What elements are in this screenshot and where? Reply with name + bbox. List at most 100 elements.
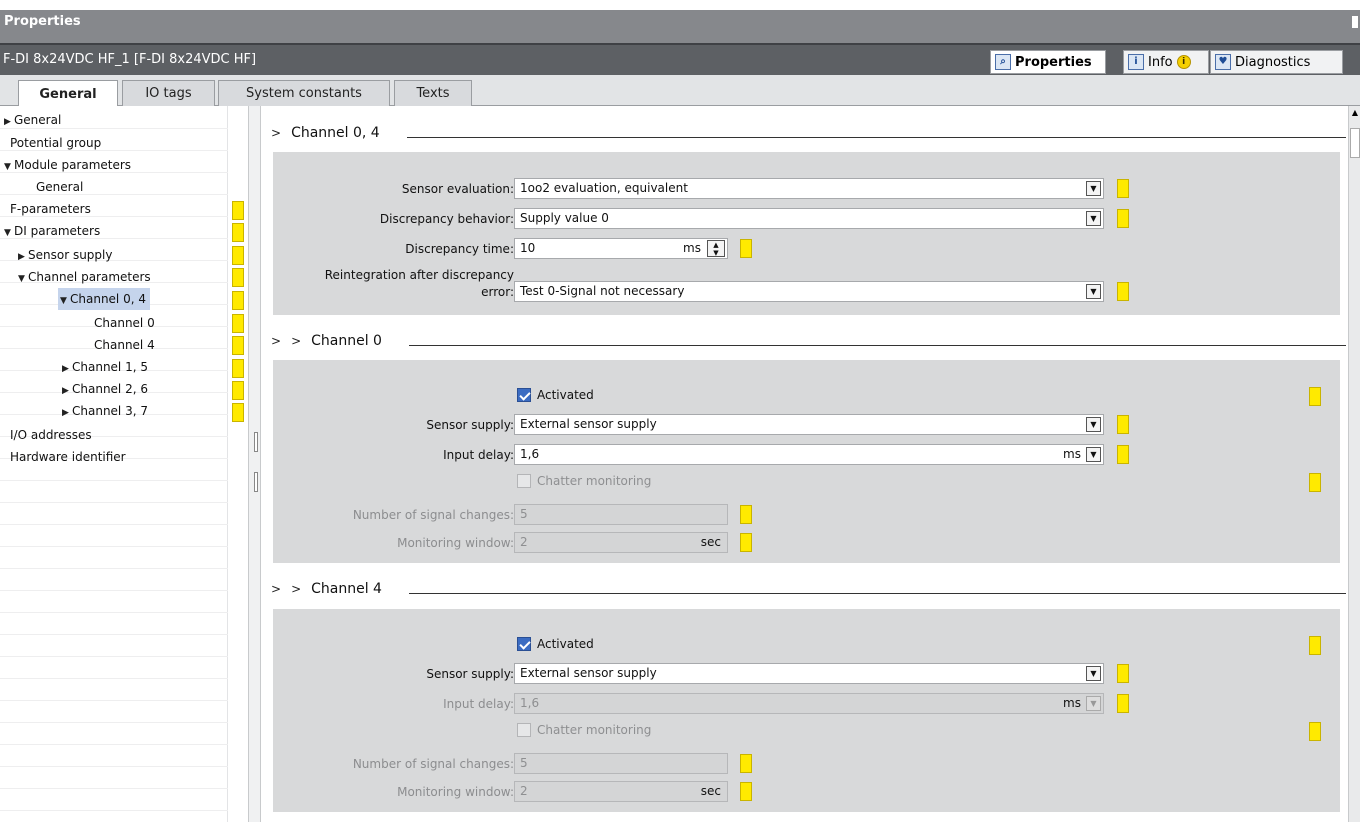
chatter-monitoring-checkbox[interactable] [517, 474, 531, 488]
tree-item-module-general[interactable]: General [36, 176, 83, 198]
label-discrepancy-behavior: Discrepancy behavior: [379, 212, 514, 226]
info-badge-icon: i [1176, 55, 1191, 69]
scroll-up-icon[interactable]: ▲ [1350, 108, 1360, 122]
chevron-right-icon: > [291, 582, 302, 596]
section-header-channel-4[interactable]: > > Channel 4 [271, 577, 1346, 601]
label-sensor-supply: Sensor supply: [426, 418, 514, 432]
unit-label: ms [1063, 696, 1081, 710]
pin-icon[interactable] [1352, 16, 1358, 28]
collapse-left-handle[interactable] [254, 432, 258, 452]
status-marker [232, 403, 244, 422]
status-marker [1117, 179, 1129, 198]
tree-item-io-addresses[interactable]: I/O addresses [10, 424, 92, 446]
tree-item-module-parameters[interactable]: ▼ Module parameters [4, 154, 131, 176]
signal-changes-input[interactable]: 5 [514, 753, 728, 774]
status-marker [1117, 664, 1129, 683]
tab-diagnostics[interactable]: ♥ Diagnostics [1210, 50, 1343, 74]
tree-item-f-parameters[interactable]: F-parameters [10, 198, 91, 220]
tree-item-channel-parameters[interactable]: ▼ Channel parameters [18, 266, 151, 288]
status-marker [1117, 694, 1129, 713]
collapse-right-handle[interactable] [254, 472, 258, 492]
chatter-monitoring-checkbox[interactable] [517, 723, 531, 737]
chevron-down-icon[interactable]: ▼ [1086, 447, 1101, 462]
activated-label: Activated [537, 637, 594, 651]
tab-texts[interactable]: Texts [394, 80, 472, 106]
chevron-down-icon[interactable]: ▼ [1086, 284, 1101, 299]
monitoring-window-input[interactable]: 2 sec [514, 781, 728, 802]
chevron-right-icon: > [271, 334, 282, 348]
signal-changes-input[interactable]: 5 [514, 504, 728, 525]
unit-label: sec [700, 784, 721, 798]
tab-info[interactable]: i Info i [1123, 50, 1209, 74]
sensor-supply-select[interactable]: External sensor supply ▼ [514, 414, 1104, 435]
chevron-right-icon: > [271, 582, 282, 596]
tree-item-general[interactable]: ▶ General [4, 109, 61, 131]
activated-label: Activated [537, 388, 594, 402]
chevron-right-icon: ▶ [62, 386, 69, 396]
tree-item-channel-1-5[interactable]: ▶ Channel 1, 5 [62, 356, 148, 378]
unit-label: sec [700, 535, 721, 549]
tree-item-sensor-supply[interactable]: ▶ Sensor supply [18, 244, 112, 266]
pane-splitter[interactable] [249, 106, 261, 822]
status-marker [1309, 473, 1321, 492]
tab-io-tags[interactable]: IO tags [122, 80, 215, 106]
input-delay-select[interactable]: 1,6 ms ▼ [514, 444, 1104, 465]
sensor-supply-select[interactable]: External sensor supply ▼ [514, 663, 1104, 684]
status-marker [232, 291, 244, 310]
status-marker [232, 381, 244, 400]
tree-item-potential-group[interactable]: Potential group [10, 132, 101, 154]
window-title: Properties [4, 14, 81, 29]
chevron-down-icon[interactable]: ▼ [1086, 417, 1101, 432]
label-monitoring-window: Monitoring window: [397, 785, 514, 799]
tree-item-di-parameters[interactable]: ▼ DI parameters [4, 220, 100, 242]
activated-checkbox[interactable] [517, 388, 531, 402]
section-header-channel-0-4[interactable]: > Channel 0, 4 [271, 121, 1346, 145]
status-marker [740, 533, 752, 552]
section-title: Channel 0 [311, 333, 382, 349]
module-header: F-DI 8x24VDC HF_1 [F-DI 8x24VDC HF] ⌕ Pr… [0, 43, 1360, 75]
discrepancy-time-input[interactable]: 10 ms ▲ ▼ [514, 238, 728, 259]
parameter-editor: > Channel 0, 4 Sensor evaluation: 1oo2 e… [261, 106, 1348, 822]
spinner-icon[interactable]: ▲ ▼ [707, 240, 725, 257]
label-input-delay: Input delay: [443, 448, 514, 462]
status-marker [740, 239, 752, 258]
scroll-thumb[interactable] [1350, 128, 1360, 158]
chevron-right-icon: ▶ [18, 252, 25, 262]
properties-icon: ⌕ [995, 54, 1011, 70]
status-marker [232, 223, 244, 242]
chevron-down-icon: ▼ [60, 296, 67, 306]
chatter-monitoring-label: Chatter monitoring [537, 474, 652, 488]
section-header-channel-0[interactable]: > > Channel 0 [271, 329, 1346, 353]
tree-item-hardware-identifier[interactable]: Hardware identifier [10, 446, 126, 468]
chevron-right-icon: ▶ [4, 117, 11, 127]
property-tabs: General IO tags System constants Texts [0, 75, 1360, 107]
chevron-down-icon[interactable]: ▼ [1086, 696, 1101, 711]
tree-item-channel-0-4[interactable]: ▼ Channel 0, 4 [58, 288, 150, 310]
tree-item-channel-3-7[interactable]: ▶ Channel 3, 7 [62, 400, 148, 422]
activated-checkbox[interactable] [517, 637, 531, 651]
reintegration-select[interactable]: Test 0-Signal not necessary ▼ [514, 281, 1104, 302]
chevron-down-icon[interactable]: ▼ [1086, 211, 1101, 226]
input-delay-select[interactable]: 1,6 ms ▼ [514, 693, 1104, 714]
label-input-delay: Input delay: [443, 697, 514, 711]
tree-item-channel-2-6[interactable]: ▶ Channel 2, 6 [62, 378, 148, 400]
discrepancy-behavior-select[interactable]: Supply value 0 ▼ [514, 208, 1104, 229]
status-marker [1309, 636, 1321, 655]
panel-channel-4: Activated Sensor supply: External sensor… [273, 609, 1340, 812]
tree-item-channel-4[interactable]: Channel 4 [94, 334, 155, 356]
tab-general[interactable]: General [18, 80, 118, 107]
chevron-down-icon[interactable]: ▼ [1086, 181, 1101, 196]
chevron-down-icon: ▼ [4, 228, 11, 238]
tree-item-channel-0[interactable]: Channel 0 [94, 312, 155, 334]
sensor-evaluation-select[interactable]: 1oo2 evaluation, equivalent ▼ [514, 178, 1104, 199]
status-marker [1309, 387, 1321, 406]
status-marker [1117, 415, 1129, 434]
tab-properties-label: Properties [1015, 54, 1092, 70]
tab-properties[interactable]: ⌕ Properties [990, 50, 1106, 74]
chevron-down-icon[interactable]: ▼ [1086, 666, 1101, 681]
status-marker [1117, 282, 1129, 301]
monitoring-window-input[interactable]: 2 sec [514, 532, 728, 553]
tab-system-constants[interactable]: System constants [218, 80, 390, 106]
vertical-scrollbar[interactable]: ▲ [1348, 106, 1360, 822]
status-marker [232, 359, 244, 378]
